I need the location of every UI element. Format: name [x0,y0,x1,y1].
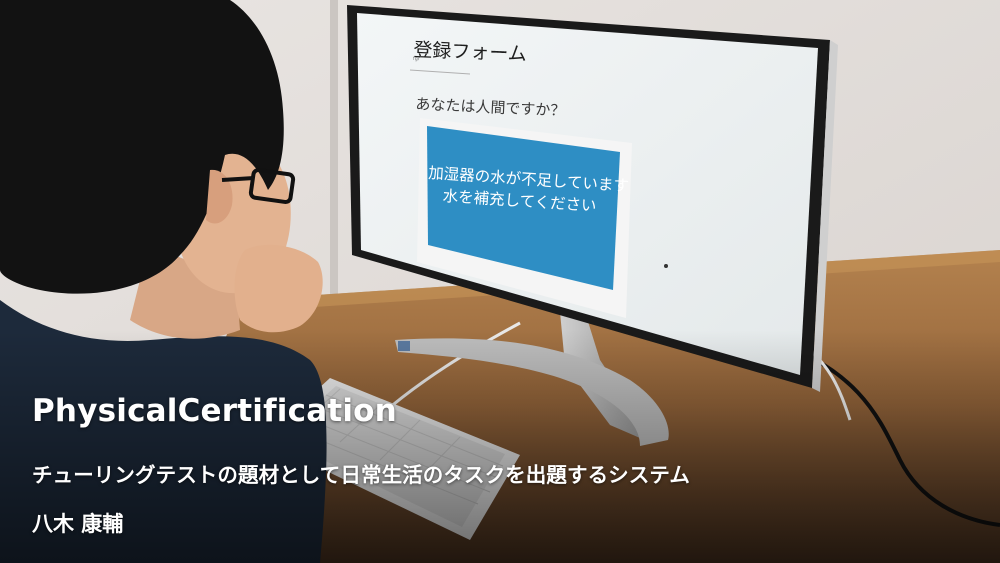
glasses-arm [221,176,255,182]
caption-author: 八木 康輔 [32,512,124,536]
caption-title: PhysicalCertification [32,393,397,429]
caption-subtitle: チューリングテストの題材として日常生活のタスクを出題するシステム [32,463,690,487]
caption-shade [0,330,1000,563]
baseboard [330,0,338,300]
mouse-cursor [664,264,668,268]
